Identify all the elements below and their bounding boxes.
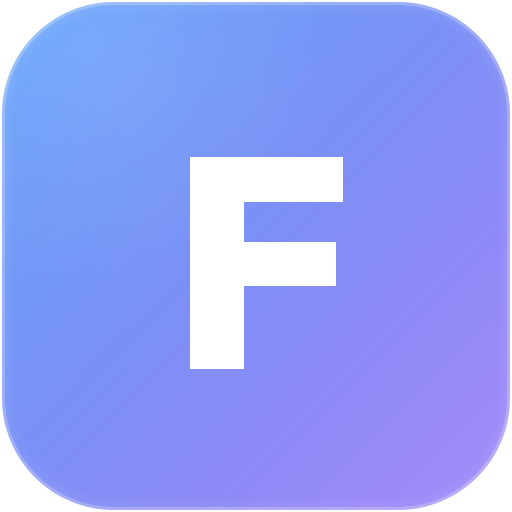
letter-f-icon <box>190 157 343 369</box>
app-icon: F <box>2 2 510 510</box>
app-icon-canvas: F <box>0 0 512 512</box>
letter-f-shape <box>190 157 343 369</box>
